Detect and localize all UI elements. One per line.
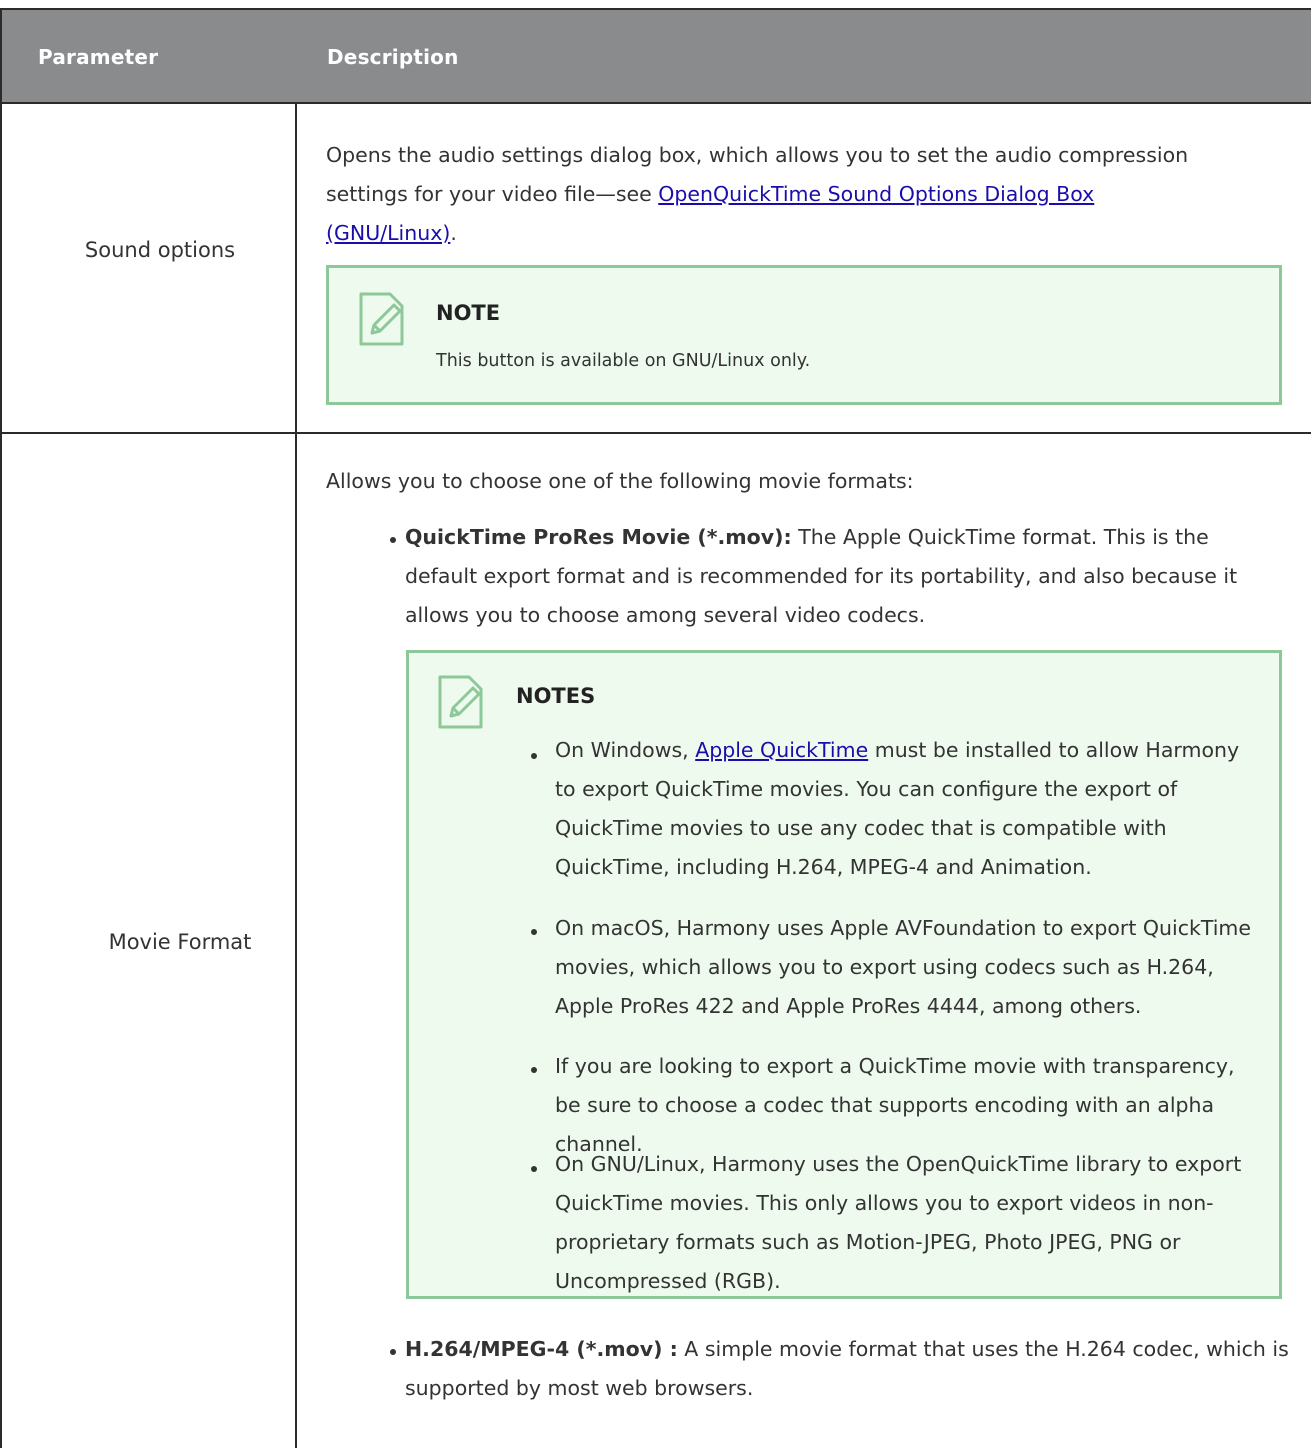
bullet-dot	[531, 929, 537, 935]
note-box: NOTE This button is available on GNU/Lin…	[326, 265, 1282, 405]
note-pencil-icon	[359, 292, 404, 346]
sound-options-description: Opens the audio settings dialog box, whi…	[326, 136, 1226, 253]
movie-format-intro: Allows you to choose one of the followin…	[326, 469, 914, 493]
table-left-border	[0, 102, 2, 1448]
param-sound-options: Sound options	[84, 238, 236, 262]
notes-item-windows: On Windows, Apple QuickTime must be inst…	[555, 731, 1255, 887]
notes-box: NOTES On Windows, Apple QuickTime must b…	[406, 650, 1282, 1299]
note-pencil-icon	[438, 675, 483, 729]
notes-item-linux: On GNU/Linux, Harmony uses the OpenQuick…	[555, 1152, 1242, 1293]
table-header: Parameter Description	[0, 8, 1311, 102]
parameter-table: Parameter Description Sound options Open…	[0, 0, 1311, 1448]
bullet-dot	[531, 1067, 537, 1073]
header-bottom-border	[0, 102, 1311, 104]
notes-item-text: On Windows,	[555, 738, 696, 762]
notes-title: NOTES	[516, 684, 596, 708]
format-term: QuickTime ProRes Movie (*.mov):	[405, 525, 792, 549]
bullet-dot	[531, 753, 537, 759]
format-item-h264: H.264/MPEG-4 (*.mov) : A simple movie fo…	[405, 1330, 1295, 1408]
row-divider	[0, 432, 1311, 434]
bullet-dot	[390, 537, 396, 543]
note-title: NOTE	[436, 301, 501, 325]
bullet-dot	[390, 1349, 396, 1355]
param-movie-format: Movie Format	[108, 930, 252, 954]
format-term: H.264/MPEG-4 (*.mov) :	[405, 1337, 678, 1361]
format-item-quicktime-prores: QuickTime ProRes Movie (*.mov): The Appl…	[405, 518, 1285, 635]
bullet-dot	[531, 1166, 537, 1172]
sound-options-description-end: .	[450, 221, 457, 245]
notes-item-macos: On macOS, Harmony uses Apple AVFoundatio…	[555, 916, 1252, 1018]
note-text: This button is available on GNU/Linux on…	[436, 351, 811, 371]
header-parameter: Parameter	[38, 45, 159, 69]
column-divider	[295, 102, 297, 1448]
header-description: Description	[327, 45, 459, 69]
apple-quicktime-link[interactable]: Apple QuickTime	[695, 738, 868, 762]
